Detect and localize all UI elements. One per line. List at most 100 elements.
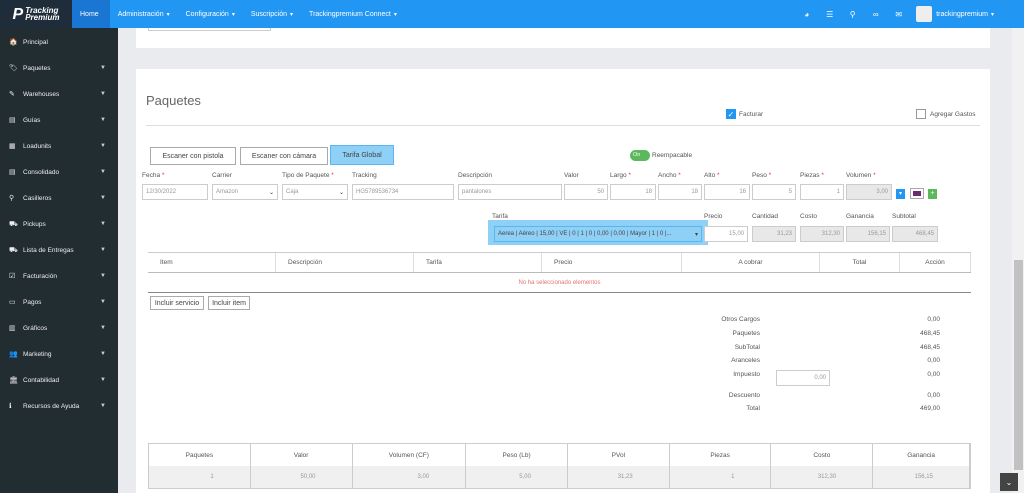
escaner-camara-button[interactable]: Escaner con cámara: [240, 147, 328, 165]
items-column-header[interactable]: Acción: [900, 253, 971, 272]
list-icon[interactable]: ☰: [818, 0, 841, 28]
sidebar-item-label: Consolidado: [23, 168, 60, 176]
descripcion-input[interactable]: pantalones: [458, 184, 562, 200]
incluir-servicio-button[interactable]: Incluir servicio: [150, 296, 204, 310]
items-column-header[interactable]: Tarifa: [414, 253, 542, 272]
topnav-label: Trackingpremium Connect: [309, 10, 391, 18]
impuesto-input[interactable]: 0,00: [776, 370, 830, 386]
caret-down-icon: ▼: [100, 65, 106, 71]
aranceles-label: Aranceles: [731, 357, 760, 364]
page-title: Paquetes: [146, 93, 201, 108]
caret-down-icon: ▼: [100, 403, 106, 409]
topnav-item-0[interactable]: Home: [72, 0, 110, 28]
sidebar-item-2[interactable]: ✎ Warehouses ▼: [0, 81, 118, 107]
chevron-down-icon: ▾: [990, 11, 994, 18]
user-menu[interactable]: trackingpremium ▾: [916, 6, 994, 22]
caret-down-icon: ▼: [100, 221, 106, 227]
chevron-down-icon: ▾: [694, 231, 698, 238]
reempacable-toggle[interactable]: On: [630, 150, 650, 161]
sidebar-item-14[interactable]: ℹ Recursos de Ayuda ▼: [0, 393, 118, 419]
items-column-header[interactable]: Total: [820, 253, 900, 272]
sidebar-item-1[interactable]: 🏷 Paquetes ▼: [0, 55, 118, 81]
peso-input[interactable]: 5: [752, 184, 796, 200]
topnav-label: Home: [80, 10, 99, 18]
tipo-select[interactable]: Caja ⌄: [282, 184, 348, 200]
sidebar-item-0[interactable]: 🏠 Principal: [0, 29, 118, 55]
sidebar-item-icon: ☑: [9, 273, 16, 280]
sidebar-item-8[interactable]: ⛟ Lista de Entregas ▼: [0, 237, 118, 263]
sidebar-item-4[interactable]: ▦ Loadunits ▼: [0, 133, 118, 159]
add-button[interactable]: +: [928, 189, 937, 199]
sidebar-item-7[interactable]: ⛟ Pickups ▼: [0, 211, 118, 237]
page-scrollbar[interactable]: [1012, 28, 1024, 493]
sidebar-item-icon: ⛟: [9, 220, 18, 228]
items-column-header[interactable]: A cobrar: [682, 253, 820, 272]
topnav-item-2[interactable]: Configuración ▾: [178, 0, 243, 28]
items-column-header[interactable]: Item: [148, 253, 276, 272]
incluir-item-button[interactable]: Incluir item: [208, 296, 250, 310]
summary-cell: 312,30: [771, 466, 874, 488]
precio-input[interactable]: 15,00: [704, 226, 748, 242]
sidebar-item-icon: ⛟: [9, 246, 18, 254]
agregar-gastos-checkbox[interactable]: Agregar Gastos: [916, 109, 976, 119]
caret-down-icon: ▼: [100, 351, 106, 357]
summary-cell: 31,23: [568, 466, 670, 488]
volumen-input: 3,00: [846, 184, 892, 200]
info-button[interactable]: ▾: [896, 189, 905, 199]
globe-icon[interactable]: ◕: [795, 0, 818, 28]
tracking-input[interactable]: HG5789536734: [352, 184, 454, 200]
mail-icon[interactable]: ✉: [887, 0, 910, 28]
tarifa-global-button[interactable]: Tarifa Global: [330, 145, 394, 165]
scroll-down-icon[interactable]: ⌄: [1000, 473, 1018, 491]
items-column-header[interactable]: Descripción: [276, 253, 414, 272]
subtotal-label: Subtotal: [892, 213, 916, 220]
escaner-pistola-button[interactable]: Escaner con pistola: [150, 147, 236, 165]
ancho-input[interactable]: 18: [658, 184, 702, 200]
logo-mark-icon: P: [12, 5, 24, 23]
topnav-item-1[interactable]: Administración ▾: [110, 0, 178, 28]
paquetes-panel: Paquetes ✓ Facturar Agregar Gastos Escan…: [136, 69, 990, 493]
sidebar-item-3[interactable]: ▤ Guías ▼: [0, 107, 118, 133]
divider: [146, 125, 980, 126]
tarifa-select[interactable]: Aerea | Aéreo | 15,00 | VE | 0 | 1 | 0 |…: [494, 226, 702, 242]
subtotal-total-label: SubTotal: [734, 344, 760, 351]
summary-column-header: Costo: [771, 444, 874, 466]
search-icon[interactable]: ⚲: [841, 0, 864, 28]
sidebar-item-6[interactable]: ⚲ Casilleros ▼: [0, 185, 118, 211]
brand-logo[interactable]: P Tracking Premium: [0, 0, 72, 28]
sidebar-item-11[interactable]: ▥ Gráficos ▼: [0, 315, 118, 341]
largo-input[interactable]: 18: [610, 184, 656, 200]
sidebar-item-label: Facturación: [23, 272, 57, 280]
sidebar-item-label: Pickups: [23, 220, 46, 228]
sidebar-item-10[interactable]: ▭ Pagos ▼: [0, 289, 118, 315]
topnav-item-3[interactable]: Suscripción ▾: [243, 0, 301, 28]
summary-column-header: Ganancia: [873, 444, 970, 466]
caret-down-icon: ▾: [290, 11, 294, 18]
sidebar-item-icon: ▤: [9, 169, 16, 176]
facturar-checkbox[interactable]: ✓ Facturar: [726, 109, 763, 119]
sidebar-item-5[interactable]: ▤ Consolidado ▼: [0, 159, 118, 185]
cantidad-input: 31,23: [752, 226, 796, 242]
fecha-input[interactable]: 12/30/2022: [142, 184, 208, 200]
avatar: [916, 6, 933, 22]
alto-input[interactable]: 16: [704, 184, 750, 200]
sidebar-item-9[interactable]: ☑ Facturación ▼: [0, 263, 118, 289]
topnav-label: Administración: [117, 10, 164, 18]
tracking-label: Tracking: [352, 172, 377, 179]
previous-input: [148, 28, 271, 31]
valor-input[interactable]: 50: [564, 184, 608, 200]
flag-icon[interactable]: [910, 188, 924, 199]
items-column-header[interactable]: Precio: [542, 253, 682, 272]
topnav-item-4[interactable]: Trackingpremium Connect ▾: [301, 0, 405, 28]
sidebar-item-label: Casilleros: [23, 194, 52, 202]
sidebar-item-12[interactable]: 👥 Marketing ▼: [0, 341, 118, 367]
infinity-icon[interactable]: ∞: [864, 0, 887, 28]
scroll-thumb[interactable]: [1014, 260, 1023, 470]
sidebar-item-label: Pagos: [23, 298, 42, 306]
sidebar-item-label: Lista de Entregas: [23, 246, 74, 254]
carrier-select[interactable]: Amazon ⌄: [212, 184, 278, 200]
piezas-input[interactable]: 1: [800, 184, 844, 200]
caret-down-icon: ▼: [100, 377, 106, 383]
caret-down-icon: ▾: [231, 11, 235, 18]
sidebar-item-13[interactable]: 🏛 Contabilidad ▼: [0, 367, 118, 393]
